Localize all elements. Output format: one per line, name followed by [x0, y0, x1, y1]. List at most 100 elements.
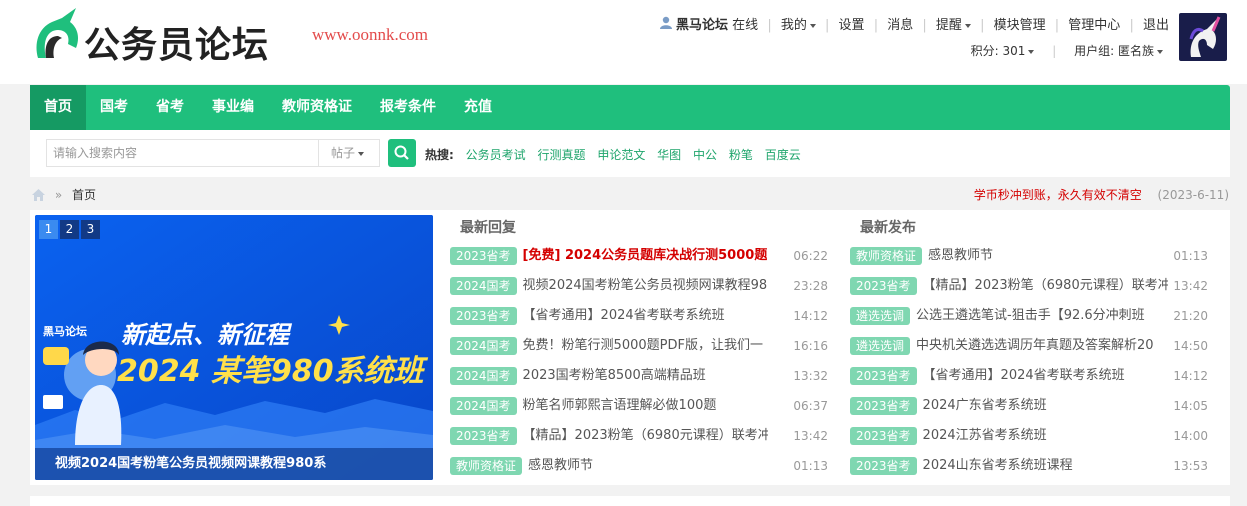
- thread-title[interactable]: 视频2024国考粉笔公务员视频网课教程98: [523, 271, 768, 301]
- thread-time: 21:20: [1173, 309, 1208, 323]
- thread-tag[interactable]: 2023省考: [850, 397, 917, 415]
- list-item[interactable]: 2023省考 【省考通用】2024省考联考系统班 14:12: [450, 301, 840, 331]
- list-item[interactable]: 2024国考 免费！粉笔行测5000题PDF版，让我们一 16:16: [450, 331, 840, 361]
- nav-item-provincial-exam[interactable]: 省考: [142, 85, 198, 130]
- logout-link[interactable]: 退出: [1143, 14, 1169, 33]
- thread-title[interactable]: 中央机关遴选选调历年真题及答案解析20: [916, 331, 1154, 361]
- thread-title[interactable]: 【省考通用】2024省考联考系统班: [523, 301, 725, 331]
- list-item[interactable]: 2023省考 【省考通用】2024省考联考系统班 14:12: [850, 361, 1220, 391]
- thread-time: 16:16: [793, 339, 828, 353]
- nav-item-exam-conditions[interactable]: 报考条件: [366, 85, 450, 130]
- thread-tag[interactable]: 2024国考: [450, 337, 517, 355]
- hot-term[interactable]: 华图: [657, 148, 681, 162]
- module-manage-link[interactable]: 模块管理: [994, 14, 1046, 33]
- thread-title[interactable]: 公选王遴选笔试-狙击手【92.6分冲刺班: [916, 301, 1145, 331]
- user-bar: 黑马论坛 在线 | 我的 | 设置 | 消息 | 提醒 | 模块管理 | 管理中…: [659, 14, 1169, 33]
- user-group-menu[interactable]: 用户组: 匿名族: [1074, 44, 1163, 58]
- thread-title[interactable]: 感恩教师节: [528, 451, 593, 481]
- thread-tag[interactable]: 2023省考: [850, 427, 917, 445]
- thread-tag[interactable]: 2024国考: [450, 367, 517, 385]
- list-item[interactable]: 教师资格证 感恩教师节 01:13: [850, 241, 1220, 271]
- slider-page[interactable]: 1: [39, 220, 58, 239]
- thread-title[interactable]: [免费] 2024公务员题库决战行测5000题: [523, 241, 768, 271]
- slider-caption[interactable]: 视频2024国考粉笔公务员视频网课教程980系: [35, 448, 433, 480]
- notice-text[interactable]: 学币秒冲到账，永久有效不清空: [974, 188, 1142, 202]
- search-input[interactable]: 请输入搜索内容: [46, 139, 318, 167]
- next-section-edge: [30, 496, 1230, 506]
- search-button[interactable]: [388, 139, 416, 167]
- banner-slider[interactable]: 黑马论坛 新起点、新征程 2024 某笔980系统班 123 视频2024国考粉…: [35, 215, 433, 480]
- thread-tag[interactable]: 遴选选调: [850, 337, 911, 355]
- thread-time: 13:42: [793, 429, 828, 443]
- thread-tag[interactable]: 2023省考: [450, 247, 517, 265]
- thread-title[interactable]: 【精品】2023粉笔（6980元课程）联考冲: [523, 421, 768, 451]
- nav-item-national-exam[interactable]: 国考: [86, 85, 142, 130]
- list-item[interactable]: 2023省考 [免费] 2024公务员题库决战行测5000题 06:22: [450, 241, 840, 271]
- thread-time: 01:13: [793, 459, 828, 473]
- thread-title[interactable]: 2023国考粉笔8500高端精品班: [523, 361, 706, 391]
- hot-term[interactable]: 申论范文: [597, 148, 645, 162]
- home-icon[interactable]: [32, 189, 45, 201]
- thread-tag[interactable]: 2023省考: [850, 367, 917, 385]
- thread-tag[interactable]: 2023省考: [850, 277, 917, 295]
- thread-title[interactable]: 免费！粉笔行测5000题PDF版，让我们一: [523, 331, 763, 361]
- hot-term[interactable]: 公务员考试: [466, 148, 526, 162]
- thread-tag[interactable]: 2024国考: [450, 397, 517, 415]
- content-panel: 黑马论坛 新起点、新征程 2024 某笔980系统班 123 视频2024国考粉…: [30, 210, 1230, 485]
- thread-title[interactable]: 【省考通用】2024省考联考系统班: [923, 361, 1125, 391]
- online-status[interactable]: 在线: [732, 14, 758, 33]
- admin-center-link[interactable]: 管理中心: [1068, 14, 1120, 33]
- thread-time: 23:28: [793, 279, 828, 293]
- nav-item-public-institution[interactable]: 事业编: [198, 85, 268, 130]
- thread-tag[interactable]: 教师资格证: [450, 457, 523, 475]
- thread-title[interactable]: 2024江苏省考系统班: [923, 421, 1047, 451]
- hot-term[interactable]: 行测真题: [537, 148, 585, 162]
- list-item[interactable]: 2024国考 2023国考粉笔8500高端精品班 13:32: [450, 361, 840, 391]
- slider-page[interactable]: 2: [60, 220, 79, 239]
- list-item[interactable]: 遴选选调 中央机关遴选选调历年真题及答案解析20 14:50: [850, 331, 1220, 361]
- nav-item-recharge[interactable]: 充值: [450, 85, 506, 130]
- messages-link[interactable]: 消息: [887, 14, 913, 33]
- hot-term[interactable]: 粉笔: [729, 148, 753, 162]
- breadcrumb-current[interactable]: 首页: [72, 188, 96, 202]
- list-item[interactable]: 2023省考 2024广东省考系统班 14:05: [850, 391, 1220, 421]
- nav-item-teacher-cert[interactable]: 教师资格证: [268, 85, 366, 130]
- banner-course-title: 2024 某笔980系统班: [117, 354, 424, 389]
- site-logo[interactable]: 公务员论坛: [32, 8, 282, 66]
- thread-title[interactable]: 【精品】2023粉笔（6980元课程）联考冲: [923, 271, 1168, 301]
- thread-tag[interactable]: 教师资格证: [850, 247, 923, 265]
- site-logo-text: 公务员论坛: [84, 25, 270, 66]
- list-item[interactable]: 2023省考 2024江苏省考系统班 14:00: [850, 421, 1220, 451]
- settings-link[interactable]: 设置: [839, 14, 865, 33]
- hot-term[interactable]: 中公: [693, 148, 717, 162]
- thread-tag[interactable]: 2024国考: [450, 277, 517, 295]
- my-menu[interactable]: 我的: [781, 14, 816, 33]
- list-item[interactable]: 2023省考 2024山东省考系统班课程 13:53: [850, 451, 1220, 481]
- thread-tag[interactable]: 2023省考: [850, 457, 917, 475]
- list-item[interactable]: 2023省考 【精品】2023粉笔（6980元课程）联考冲 13:42: [850, 271, 1220, 301]
- slider-page[interactable]: 3: [81, 220, 100, 239]
- slider-pagination: 123: [39, 220, 102, 239]
- thread-title[interactable]: 2024山东省考系统班课程: [923, 451, 1073, 481]
- thread-title[interactable]: 感恩教师节: [928, 241, 993, 271]
- search-type-select[interactable]: 帖子: [318, 139, 380, 167]
- list-item[interactable]: 2023省考 【精品】2023粉笔（6980元课程）联考冲 13:42: [450, 421, 840, 451]
- banner-headline: 新起点、新征程: [121, 321, 289, 349]
- thread-tag[interactable]: 2023省考: [450, 427, 517, 445]
- thread-tag[interactable]: 遴选选调: [850, 307, 911, 325]
- site-url[interactable]: www.oonnk.com: [312, 25, 428, 45]
- hot-term[interactable]: 百度云: [765, 148, 801, 162]
- points-menu[interactable]: 积分: 301: [971, 44, 1035, 58]
- list-item[interactable]: 教师资格证 感恩教师节 01:13: [450, 451, 840, 481]
- avatar[interactable]: [1179, 13, 1227, 61]
- nav-item-home[interactable]: 首页: [30, 85, 86, 130]
- username-link[interactable]: 黑马论坛: [676, 14, 728, 33]
- thread-time: 14:50: [1173, 339, 1208, 353]
- list-item[interactable]: 2024国考 视频2024国考粉笔公务员视频网课教程98 23:28: [450, 271, 840, 301]
- thread-title[interactable]: 粉笔名师郭熙言语理解必做100题: [523, 391, 717, 421]
- list-item[interactable]: 遴选选调 公选王遴选笔试-狙击手【92.6分冲刺班 21:20: [850, 301, 1220, 331]
- thread-tag[interactable]: 2023省考: [450, 307, 517, 325]
- reminders-menu[interactable]: 提醒: [936, 14, 971, 33]
- thread-title[interactable]: 2024广东省考系统班: [923, 391, 1047, 421]
- list-item[interactable]: 2024国考 粉笔名师郭熙言语理解必做100题 06:37: [450, 391, 840, 421]
